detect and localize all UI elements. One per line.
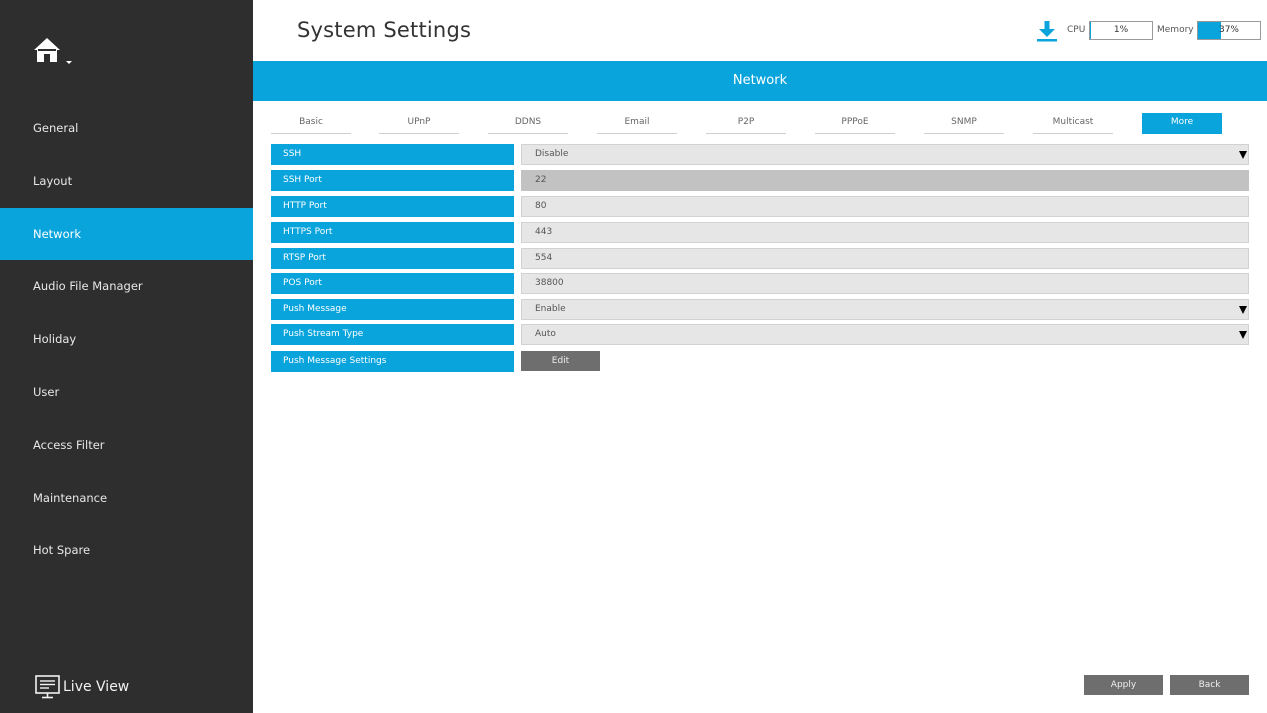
- sidebar-item-user[interactable]: User: [0, 366, 253, 419]
- pos-port-field[interactable]: 38800: [521, 273, 1249, 294]
- edit-button[interactable]: Edit: [521, 351, 600, 371]
- tab-basic[interactable]: Basic: [271, 113, 351, 134]
- sidebar-item-audio-file-manager[interactable]: Audio File Manager: [0, 260, 253, 313]
- ssh-row: SSH Disable: [271, 144, 1249, 165]
- ssh-select[interactable]: Disable: [521, 144, 1249, 165]
- memory-value: 37%: [1218, 25, 1239, 35]
- ssh-label: SSH: [271, 144, 514, 165]
- caret-down-icon: [1239, 151, 1247, 159]
- sidebar-item-general[interactable]: General: [0, 102, 253, 155]
- http-port-label: HTTP Port: [271, 196, 514, 217]
- sidebar-item-layout[interactable]: Layout: [0, 155, 253, 208]
- sidebar-item-access-filter[interactable]: Access Filter: [0, 419, 253, 472]
- network-tabs: Basic UPnP DDNS Email P2P PPPoE SNMP Mul…: [271, 113, 1251, 134]
- rtsp-port-row: RTSP Port 554: [271, 248, 1249, 269]
- http-port-row: HTTP Port 80: [271, 196, 1249, 217]
- push-message-value: Enable: [535, 304, 566, 314]
- page-title: System Settings: [297, 18, 472, 42]
- download-icon[interactable]: [1036, 20, 1058, 42]
- push-message-select[interactable]: Enable: [521, 299, 1249, 320]
- ssh-value: Disable: [535, 149, 569, 159]
- tab-upnp[interactable]: UPnP: [379, 113, 459, 134]
- tab-p2p[interactable]: P2P: [706, 113, 786, 134]
- sidebar-nav: General Layout Network Audio File Manage…: [0, 102, 253, 577]
- sidebar-item-holiday[interactable]: Holiday: [0, 313, 253, 366]
- http-port-field[interactable]: 80: [521, 196, 1249, 217]
- ssh-port-row: SSH Port 22: [271, 170, 1249, 191]
- push-stream-type-row: Push Stream Type Auto: [271, 324, 1249, 345]
- cpu-label: CPU: [1067, 25, 1086, 35]
- ssh-port-label: SSH Port: [271, 170, 514, 191]
- cpu-usage-fill: [1090, 22, 1091, 39]
- cpu-usage-meter: 1%: [1089, 21, 1153, 40]
- sidebar: General Layout Network Audio File Manage…: [0, 0, 253, 713]
- sidebar-item-network[interactable]: Network: [0, 207, 253, 261]
- sidebar-item-maintenance[interactable]: Maintenance: [0, 472, 253, 525]
- caret-down-icon: [1239, 331, 1247, 339]
- https-port-row: HTTPS Port 443: [271, 222, 1249, 243]
- ssh-port-field: 22: [521, 170, 1249, 191]
- monitor-icon: [35, 675, 60, 699]
- live-view-button[interactable]: Live View: [35, 674, 129, 700]
- push-message-settings-label: Push Message Settings: [271, 351, 514, 372]
- sidebar-item-hot-spare[interactable]: Hot Spare: [0, 524, 253, 577]
- tab-multicast[interactable]: Multicast: [1033, 113, 1113, 134]
- home-icon[interactable]: [33, 36, 73, 66]
- pos-port-label: POS Port: [271, 273, 514, 294]
- live-view-label: Live View: [63, 679, 130, 695]
- https-port-field[interactable]: 443: [521, 222, 1249, 243]
- section-title: Network: [253, 61, 1267, 101]
- apply-button[interactable]: Apply: [1084, 675, 1163, 695]
- push-message-label: Push Message: [271, 299, 514, 320]
- tab-ddns[interactable]: DDNS: [488, 113, 568, 134]
- push-stream-type-label: Push Stream Type: [271, 324, 514, 345]
- push-stream-type-select[interactable]: Auto: [521, 324, 1249, 345]
- caret-down-icon: [1239, 306, 1247, 314]
- memory-usage-fill: [1198, 22, 1221, 39]
- tab-more[interactable]: More: [1142, 113, 1222, 134]
- https-port-label: HTTPS Port: [271, 222, 514, 243]
- memory-usage-meter: 37%: [1197, 21, 1261, 40]
- pos-port-row: POS Port 38800: [271, 273, 1249, 294]
- push-stream-type-value: Auto: [535, 329, 556, 339]
- push-message-row: Push Message Enable: [271, 299, 1249, 320]
- cpu-value: 1%: [1113, 25, 1129, 35]
- tab-email[interactable]: Email: [597, 113, 677, 134]
- rtsp-port-label: RTSP Port: [271, 248, 514, 269]
- rtsp-port-field[interactable]: 554: [521, 248, 1249, 269]
- push-message-settings-row: Push Message Settings Edit: [271, 351, 1249, 372]
- back-button[interactable]: Back: [1170, 675, 1249, 695]
- tab-snmp[interactable]: SNMP: [924, 113, 1004, 134]
- tab-pppoe[interactable]: PPPoE: [815, 113, 895, 134]
- memory-label: Memory: [1157, 25, 1194, 35]
